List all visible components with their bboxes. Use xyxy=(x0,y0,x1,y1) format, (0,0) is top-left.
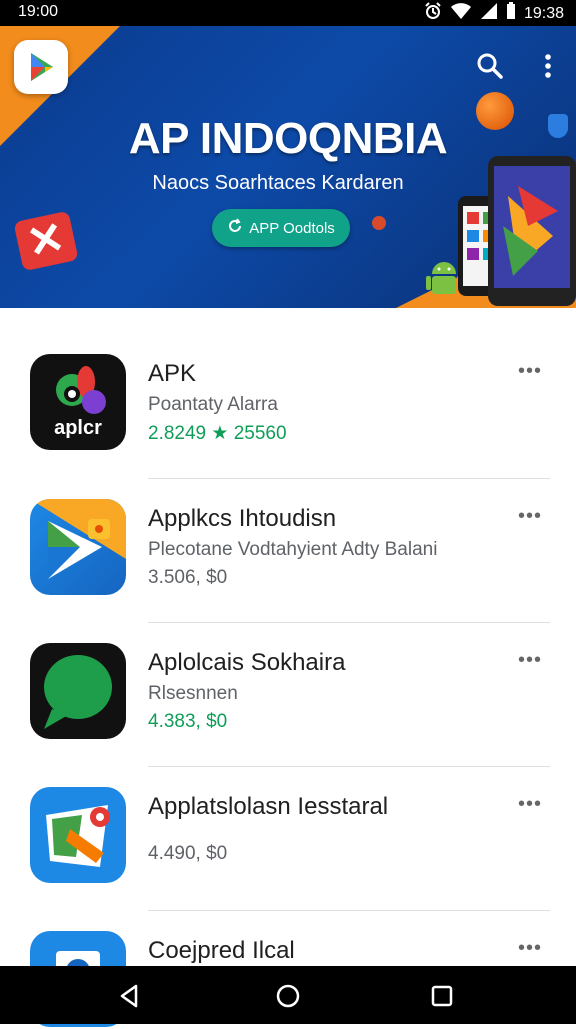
app-tools-button[interactable]: APP Oodtols xyxy=(212,209,350,247)
app-rating: 4.383, $0 xyxy=(148,711,228,732)
back-icon[interactable] xyxy=(116,982,144,1010)
map-app-icon xyxy=(30,787,126,883)
search-icon[interactable] xyxy=(474,50,506,82)
svg-text:aplcr: aplcr xyxy=(54,417,102,439)
app-name: Applkcs Ihtoudisn xyxy=(148,505,337,532)
app-name: APK xyxy=(148,360,197,387)
play-store-logo[interactable] xyxy=(14,40,68,94)
chat-bubble-app-icon xyxy=(30,643,126,739)
app-name: Coejpred Ilcal xyxy=(148,937,295,964)
app-list: aplcr APK Poantaty Alarra 2.8249 ★ 25560… xyxy=(0,308,576,1027)
status-icons: 19:38 xyxy=(424,2,564,25)
apk-app-icon: aplcr xyxy=(30,354,126,450)
signal-icon xyxy=(480,2,498,25)
app-rating: 2.8249 ★ 25560 xyxy=(148,423,287,444)
app-developer: Rlsesnnen xyxy=(148,683,238,704)
app-tools-label: APP Oodtols xyxy=(249,219,335,237)
recents-icon[interactable] xyxy=(428,982,456,1010)
navigation-bar xyxy=(0,966,576,1024)
app-rating: 4.490, $0 xyxy=(148,843,228,864)
phones-illustration xyxy=(458,156,576,306)
list-item[interactable]: aplcr APK Poantaty Alarra 2.8249 ★ 25560… xyxy=(0,308,576,452)
more-options-icon[interactable]: ••• xyxy=(518,650,548,670)
decorative-dot xyxy=(372,216,386,230)
list-item[interactable]: Applatslolasn Iesstaral 4.490, $0 ••• xyxy=(0,741,576,885)
app-developer: Poantaty Alarra xyxy=(148,394,278,415)
refresh-icon xyxy=(227,218,243,238)
more-options-icon[interactable]: ••• xyxy=(518,938,548,958)
play-store-app-icon xyxy=(30,499,126,595)
wifi-icon xyxy=(450,2,472,25)
app-name: Applatslolasn Iesstaral xyxy=(148,793,389,820)
more-options-icon[interactable]: ••• xyxy=(518,361,548,381)
more-options-icon[interactable]: ••• xyxy=(518,794,548,814)
status-time-right: 19:38 xyxy=(523,4,564,22)
home-icon[interactable] xyxy=(274,982,302,1010)
app-developer: Plecotane Vodtahyient Adty Balani xyxy=(148,539,438,560)
app-rating: 3.506, $0 xyxy=(148,567,228,588)
close-badge-icon: ✕ xyxy=(13,210,79,272)
list-item[interactable]: Aplolcais Sokhaira Rlsesnnen 4.383, $0 •… xyxy=(0,597,576,741)
app-name: Aplolcais Sokhaira xyxy=(148,649,346,676)
battery-icon xyxy=(506,2,516,25)
list-item[interactable]: Applkcs Ihtoudisn Plecotane Vodtahyient … xyxy=(0,453,576,597)
overflow-menu-icon[interactable] xyxy=(536,50,560,82)
status-time: 19:00 xyxy=(18,3,59,20)
alarm-icon xyxy=(424,2,442,25)
status-bar: 19:00 19:38 xyxy=(0,0,576,26)
hero-banner: AP INDOQNBIA Naocs Soarhtaces Kardaren A… xyxy=(0,26,576,308)
more-options-icon[interactable]: ••• xyxy=(518,506,548,526)
